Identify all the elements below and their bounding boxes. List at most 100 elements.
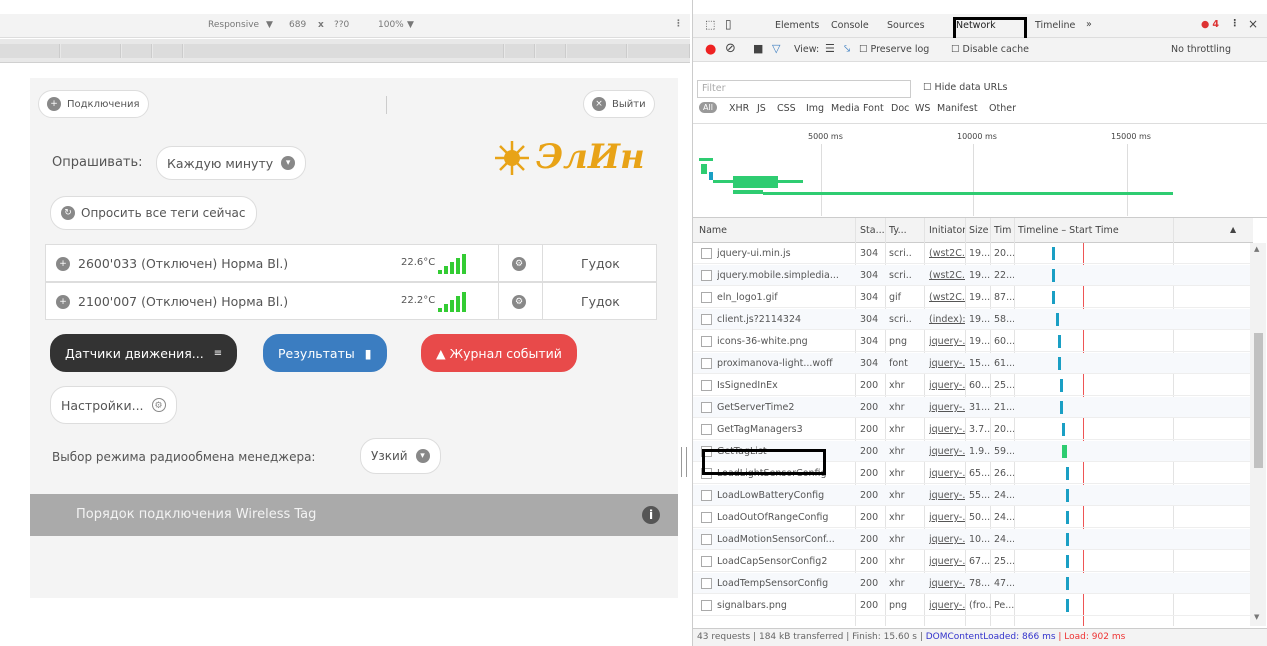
media-segment[interactable] <box>0 44 60 58</box>
results-button[interactable]: Результаты ▮ <box>263 334 387 372</box>
beep-button[interactable]: Гудок <box>581 256 620 271</box>
disable-cache-checkbox[interactable]: ☐ Disable cache <box>951 44 1029 55</box>
tab-elements[interactable]: Elements <box>775 20 819 31</box>
media-segment[interactable] <box>153 44 183 58</box>
request-row[interactable]: client.js?2114324 304 scri.. (index):... 19.… <box>693 309 1253 330</box>
cell-initiator[interactable]: jquery-... <box>929 490 965 501</box>
request-row[interactable]: LoadOutOfRangeConfig 200 xhr jquery-... 50..… <box>693 507 1253 528</box>
network-overview[interactable]: 5000 ms 10000 ms 15000 ms <box>693 126 1267 218</box>
list-view-icon[interactable]: ☰ <box>825 42 835 55</box>
preserve-log-checkbox[interactable]: ☐ Preserve log <box>859 44 929 55</box>
logout-button[interactable]: × Выйти <box>583 90 655 118</box>
request-row[interactable]: jquery-ui.min.js 304 scri.. (wst2C... 19...2… <box>693 243 1253 264</box>
cell-initiator[interactable]: jquery-... <box>929 402 965 413</box>
type-filter-img[interactable]: Img <box>806 103 824 114</box>
device-height[interactable]: ??0 <box>334 20 349 30</box>
clear-icon[interactable]: ⊘ <box>725 41 736 56</box>
panel-resize-handle[interactable] <box>681 447 687 477</box>
event-log-button[interactable]: ▲ Журнал событий <box>421 334 577 372</box>
scroll-up-icon[interactable]: ▲ <box>1254 245 1259 253</box>
kebab-menu-icon[interactable]: ⋮ <box>674 19 683 29</box>
tag-row[interactable]: + 2600'033 (Отключен) Норма Bl.) 22.6°C … <box>45 244 657 282</box>
type-filter-media[interactable]: Media <box>831 103 860 114</box>
column-size[interactable]: Size <box>969 225 989 236</box>
column-timeline[interactable]: Timeline – Start Time <box>1018 225 1119 236</box>
cell-initiator[interactable]: jquery-... <box>929 446 965 457</box>
hide-data-urls-checkbox[interactable]: ☐ Hide data URLs <box>923 82 1007 93</box>
motion-sensors-button[interactable]: Датчики движения... ≡ <box>50 334 238 372</box>
connections-button[interactable]: + Подключения <box>38 90 149 118</box>
tab-timeline[interactable]: Timeline <box>1035 20 1075 31</box>
sort-up-icon[interactable]: ▲ <box>1230 225 1236 234</box>
column-initiator[interactable]: Initiator <box>929 225 966 236</box>
settings-button[interactable]: Настройки... ⚙ <box>50 386 177 424</box>
kebab-menu-icon[interactable]: ⋮ <box>1230 18 1240 29</box>
request-row[interactable]: signalbars.png 200 png jquery-... (fro...Pe.… <box>693 595 1253 616</box>
request-row[interactable]: LoadCapSensorConfig2 200 xhr jquery-... 67..… <box>693 551 1253 572</box>
column-type[interactable]: Ty... <box>889 225 907 236</box>
request-row[interactable]: jquery.mobile.simpledia... 304 scri.. (wst2… <box>693 265 1253 286</box>
type-filter-all[interactable]: All <box>699 102 717 113</box>
request-row[interactable]: IsSignedInEx 200 xhr jquery-... 60...25... <box>693 375 1253 396</box>
gear-icon[interactable]: ⚙ <box>512 295 526 309</box>
filter-input[interactable]: Filter <box>697 80 911 98</box>
more-tabs-icon[interactable]: » <box>1086 19 1092 30</box>
media-segment[interactable] <box>61 44 121 58</box>
column-time[interactable]: Tim <box>994 225 1011 236</box>
device-zoom[interactable]: 100% <box>378 20 404 30</box>
type-filter-css[interactable]: CSS <box>777 103 796 114</box>
poll-now-button[interactable]: ↻ Опросить все теги сейчас <box>50 196 257 230</box>
type-filter-xhr[interactable]: XHR <box>729 103 749 114</box>
request-row[interactable]: GetServerTime2 200 xhr jquery-... 31...21... <box>693 397 1253 418</box>
gear-icon[interactable]: ⚙ <box>512 257 526 271</box>
column-status[interactable]: Sta... <box>860 225 885 236</box>
media-segment[interactable] <box>536 44 566 58</box>
cell-initiator[interactable]: jquery-... <box>929 336 965 347</box>
cell-initiator[interactable]: (index):... <box>929 314 965 325</box>
request-row[interactable]: LoadTempSensorConfig 200 xhr jquery-... 78..… <box>693 573 1253 594</box>
cell-initiator[interactable]: (wst2C... <box>929 270 965 281</box>
device-toggle-icon[interactable]: ▯ <box>725 17 732 31</box>
radio-mode-select[interactable]: Узкий ▾ <box>360 438 441 474</box>
cell-initiator[interactable]: jquery-... <box>929 468 965 479</box>
tag-row[interactable]: + 2100'007 (Отключен) Норма Bl.) 22.2°C … <box>45 282 657 320</box>
scrollbar-thumb[interactable] <box>1254 333 1263 468</box>
media-segment[interactable] <box>122 44 152 58</box>
add-icon[interactable]: + <box>56 257 70 271</box>
cell-initiator[interactable]: jquery-... <box>929 534 965 545</box>
scroll-down-icon[interactable]: ▼ <box>1254 613 1259 621</box>
camera-icon[interactable]: ■ <box>753 42 763 55</box>
close-icon[interactable]: × <box>1248 17 1258 31</box>
inspect-icon[interactable]: ⬚ <box>705 18 715 31</box>
request-row[interactable]: eln_logo1.gif 304 gif (wst2C... 19...87... <box>693 287 1253 308</box>
media-segment[interactable] <box>567 44 627 58</box>
filter-icon[interactable]: ▽ <box>772 42 780 55</box>
cell-initiator[interactable]: jquery-... <box>929 380 965 391</box>
tab-console[interactable]: Console <box>831 20 869 31</box>
cell-initiator[interactable]: (wst2C... <box>929 292 965 303</box>
error-icon[interactable]: ● 4 <box>1201 19 1219 30</box>
cell-initiator[interactable]: jquery-... <box>929 358 965 369</box>
poll-interval-select[interactable]: Каждую минуту ▾ <box>156 146 307 180</box>
request-row[interactable]: LoadLowBatteryConfig 200 xhr jquery-... 55..… <box>693 485 1253 506</box>
tab-sources[interactable]: Sources <box>887 20 925 31</box>
type-filter-font[interactable]: Font <box>863 103 884 114</box>
waterfall-icon[interactable]: ⤥ <box>844 42 850 56</box>
add-icon[interactable]: + <box>56 295 70 309</box>
media-segment[interactable] <box>505 44 535 58</box>
type-filter-doc[interactable]: Doc <box>891 103 909 114</box>
requests-scrollbar[interactable]: ▲ ▼ <box>1250 243 1266 626</box>
wireless-tag-info-bar[interactable]: Порядок подключения Wireless Tag i <box>30 494 678 536</box>
media-segment[interactable] <box>184 44 504 58</box>
info-icon[interactable]: i <box>642 506 660 524</box>
request-row[interactable]: proximanova-light...woff 304 font jquery-..… <box>693 353 1253 374</box>
media-segment[interactable] <box>628 44 690 58</box>
cell-initiator[interactable]: (wst2C... <box>929 248 965 259</box>
cell-initiator[interactable]: jquery-... <box>929 578 965 589</box>
beep-button[interactable]: Гудок <box>581 294 620 309</box>
request-row[interactable]: icons-36-white.png 304 png jquery-... 19...6… <box>693 331 1253 352</box>
cell-initiator[interactable]: jquery-... <box>929 556 965 567</box>
request-row[interactable]: GetTagManagers3 200 xhr jquery-... 3.7...20.… <box>693 419 1253 440</box>
column-name[interactable]: Name <box>699 225 727 236</box>
type-filter-manifest[interactable]: Manifest <box>937 103 978 114</box>
